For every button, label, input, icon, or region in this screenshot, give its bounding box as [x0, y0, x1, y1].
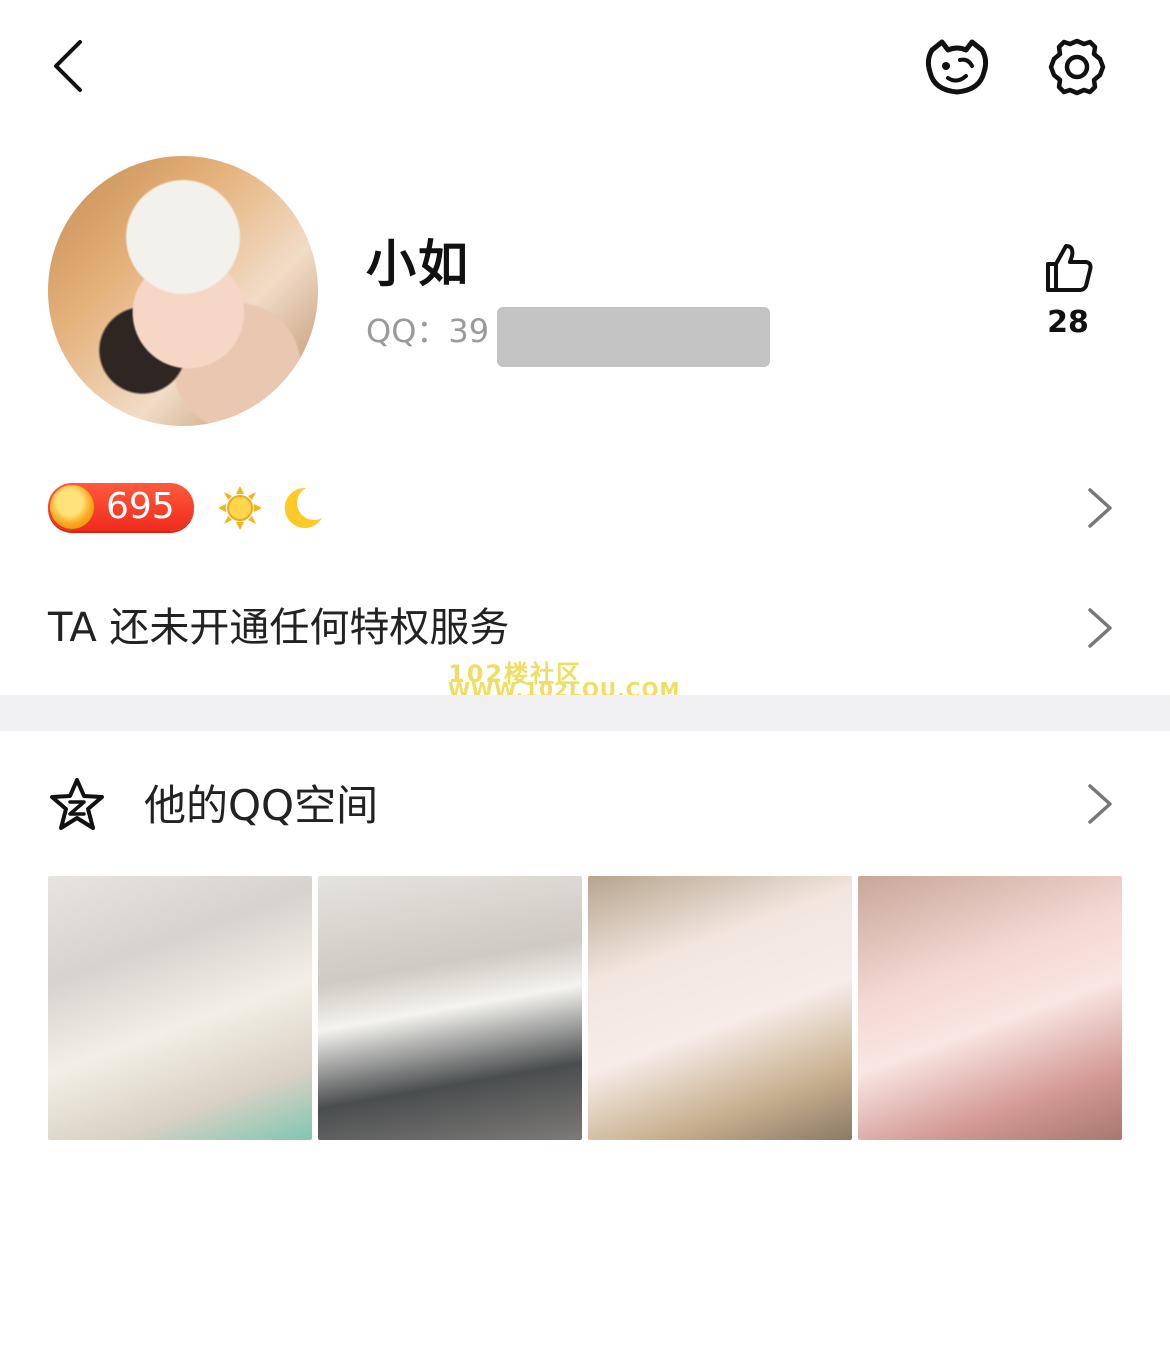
- privilege-row-chevron[interactable]: [1084, 606, 1116, 650]
- qq-level-icon: [50, 485, 94, 529]
- chevron-right-icon: [1088, 784, 1112, 824]
- like-count: 28: [1047, 305, 1089, 340]
- gear-icon: [1048, 38, 1106, 96]
- level-badge[interactable]: 695: [48, 483, 194, 531]
- qzone-title[interactable]: 他的QQ空间: [144, 778, 378, 834]
- sun-icon: [216, 484, 264, 532]
- moon-icon: [276, 484, 324, 532]
- qq-number: QQ：39: [366, 312, 490, 350]
- pet-face-icon: [925, 39, 989, 95]
- qzone-photo-1[interactable]: [48, 876, 312, 1140]
- qq-number-redaction: [497, 307, 770, 367]
- qzone-row-chevron[interactable]: [1084, 782, 1116, 826]
- chevron-left-icon: [54, 40, 82, 92]
- like-button[interactable]: [1040, 240, 1096, 296]
- chevron-right-icon: [1088, 488, 1112, 528]
- back-button[interactable]: [40, 30, 100, 102]
- qzone-photo-2[interactable]: [318, 876, 582, 1140]
- settings-button[interactable]: [1046, 36, 1108, 98]
- qzone-star-icon: [48, 776, 106, 834]
- pet-button[interactable]: [922, 36, 992, 98]
- level-value: 695: [106, 486, 175, 527]
- avatar[interactable]: [48, 156, 318, 426]
- qzone-photo-3[interactable]: [588, 876, 852, 1140]
- thumbs-up-icon: [1046, 244, 1093, 292]
- level-row-chevron[interactable]: [1084, 486, 1116, 530]
- qzone-photo-4[interactable]: [858, 876, 1122, 1140]
- section-divider: [0, 695, 1170, 731]
- chevron-right-icon: [1088, 608, 1112, 648]
- nickname: 小如: [366, 235, 470, 293]
- privilege-status[interactable]: TA 还未开通任何特权服务: [48, 600, 509, 656]
